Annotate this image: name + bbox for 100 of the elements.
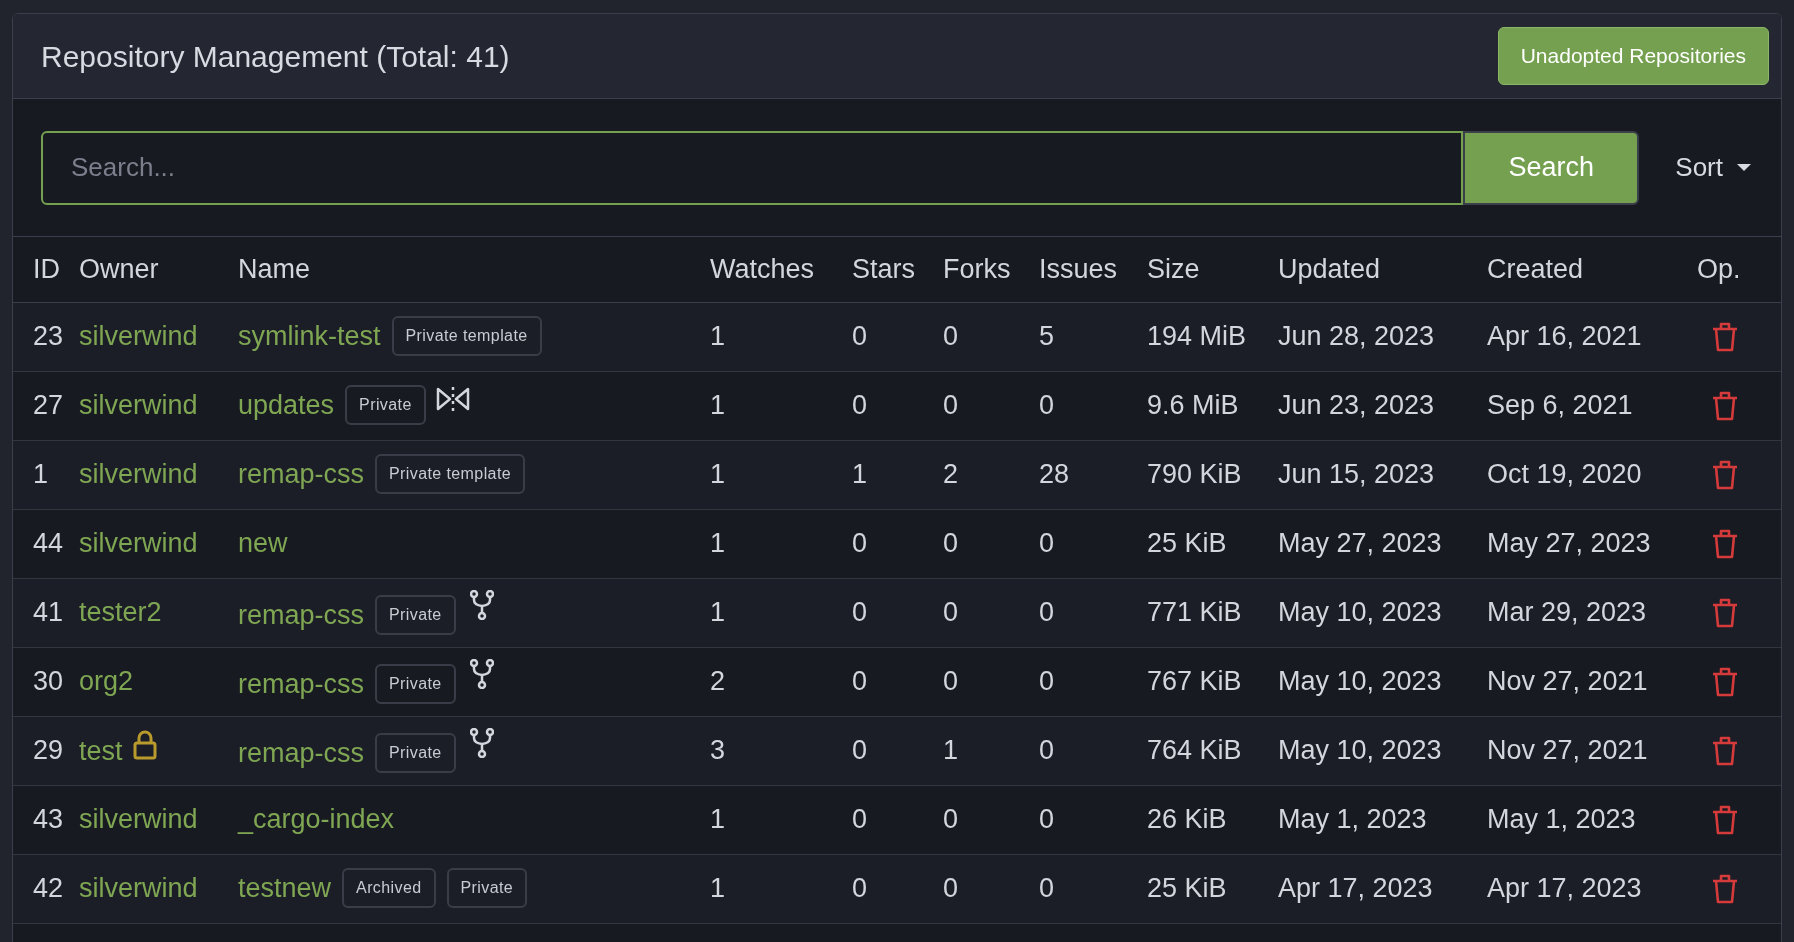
column-header[interactable]: Owner (79, 254, 159, 284)
table-cell: Sep 6, 2021 (1487, 390, 1633, 421)
owner-link[interactable]: silverwind (79, 528, 198, 559)
table-cell: Apr 17, 2023 (1278, 873, 1433, 904)
owner-link[interactable]: silverwind (79, 459, 198, 490)
repo-link[interactable]: new (238, 528, 288, 559)
lock-icon (132, 729, 157, 760)
owner-link[interactable]: org2 (79, 666, 134, 697)
column-header[interactable]: Issues (1039, 254, 1118, 284)
table-cell: 0 (852, 735, 868, 766)
table-cell: Jun 28, 2023 (1278, 321, 1435, 352)
owner-link[interactable]: silverwind (79, 804, 198, 835)
table-cell: 0 (943, 390, 959, 421)
table-cell: 0 (852, 597, 868, 628)
table-cell: 0 (943, 528, 959, 559)
column-header[interactable]: Created (1487, 254, 1584, 284)
sort-dropdown[interactable]: Sort (1675, 148, 1751, 187)
owner-link[interactable]: silverwind (79, 873, 198, 904)
table-cell: Nov 27, 2021 (1487, 735, 1648, 766)
column-header[interactable]: Op. (1697, 254, 1741, 284)
table-cell: 23 (33, 321, 64, 352)
column-header[interactable]: Forks (943, 254, 1011, 284)
owner-link[interactable]: silverwind (79, 321, 198, 352)
repo-label: Private (375, 663, 456, 704)
repo-link[interactable]: remap-css (238, 668, 365, 699)
table-cell: 28 (1039, 459, 1070, 490)
repo-link[interactable]: testnew (238, 873, 332, 904)
column-header[interactable]: ID (33, 254, 60, 284)
table-cell: 1 (710, 804, 726, 835)
table-cell: 0 (943, 873, 959, 904)
table-cell: 194 MiB (1147, 321, 1247, 352)
table-cell: 764 KiB (1147, 735, 1242, 766)
table-cell: 0 (943, 666, 959, 697)
delete-icon[interactable] (1712, 528, 1738, 559)
table-cell: May 10, 2023 (1278, 597, 1442, 628)
repo-label: Private template (375, 454, 526, 495)
fork-icon (469, 589, 494, 620)
page-title: Repository Management (Total: 41) (41, 38, 510, 75)
column-header[interactable]: Size (1147, 254, 1200, 284)
table-cell: 771 KiB (1147, 597, 1242, 628)
table-cell: 0 (1039, 528, 1055, 559)
owner-link[interactable]: test (79, 735, 123, 766)
delete-icon[interactable] (1712, 873, 1738, 904)
table-cell: 1 (710, 459, 726, 490)
delete-icon[interactable] (1712, 735, 1738, 766)
table-cell: 29 (33, 735, 64, 766)
fork-icon (469, 727, 494, 758)
delete-icon[interactable] (1712, 459, 1738, 490)
column-header[interactable]: Watches (710, 254, 815, 284)
repo-label: Private (345, 385, 426, 426)
table-cell: 30 (33, 666, 64, 697)
table-cell: 26 KiB (1147, 804, 1227, 835)
owner-link[interactable]: silverwind (79, 390, 198, 421)
repo-link[interactable]: remap-css (238, 459, 365, 490)
repo-link[interactable]: updates (238, 390, 335, 421)
table-cell: Mar 29, 2023 (1487, 597, 1647, 628)
delete-icon[interactable] (1712, 321, 1738, 352)
table-cell: May 1, 2023 (1278, 804, 1427, 835)
table-cell: 0 (852, 390, 868, 421)
repo-label: Archived (342, 868, 436, 909)
table-cell: May 27, 2023 (1278, 528, 1442, 559)
table-cell: 41 (33, 597, 64, 628)
repo-label: Private template (391, 316, 542, 357)
owner-link[interactable]: tester2 (79, 597, 162, 628)
delete-icon[interactable] (1712, 804, 1738, 835)
repo-link[interactable]: symlink-test (238, 321, 381, 352)
repo-link[interactable]: remap-css (238, 737, 365, 768)
table-cell: 767 KiB (1147, 666, 1242, 697)
repo-label: Private (375, 594, 456, 635)
table-cell: 0 (943, 804, 959, 835)
table-cell: Nov 27, 2021 (1487, 666, 1648, 697)
table-cell: 1 (710, 528, 726, 559)
table-cell: 0 (852, 804, 868, 835)
table-cell: 0 (1039, 873, 1055, 904)
column-header[interactable]: Stars (852, 254, 916, 284)
repo-link[interactable]: _cargo-index (238, 804, 395, 835)
table-cell: 0 (852, 666, 868, 697)
table-cell: 0 (852, 873, 868, 904)
repo-link[interactable]: remap-css (238, 599, 365, 630)
table-cell: 43 (33, 804, 64, 835)
table-cell: May 1, 2023 (1487, 804, 1636, 835)
table-cell: May 27, 2023 (1487, 528, 1651, 559)
table-cell: Apr 16, 2021 (1487, 321, 1642, 352)
table-cell: May 10, 2023 (1278, 735, 1442, 766)
delete-icon[interactable] (1712, 390, 1738, 421)
table-cell: May 10, 2023 (1278, 666, 1442, 697)
table-cell: 1 (710, 597, 726, 628)
mirror-icon (435, 386, 470, 413)
fork-icon (469, 658, 494, 689)
table-cell: Jun 15, 2023 (1278, 459, 1435, 490)
table-cell: 1 (710, 873, 726, 904)
column-header[interactable]: Name (238, 254, 311, 284)
delete-icon[interactable] (1712, 597, 1738, 628)
table-cell: 0 (1039, 597, 1055, 628)
caret-icon (1737, 163, 1751, 172)
search-field[interactable]: Search... (41, 130, 1464, 205)
table-cell: 790 KiB (1147, 459, 1242, 490)
table-cell: 1 (33, 459, 49, 490)
delete-icon[interactable] (1712, 666, 1738, 697)
column-header[interactable]: Updated (1278, 254, 1381, 284)
